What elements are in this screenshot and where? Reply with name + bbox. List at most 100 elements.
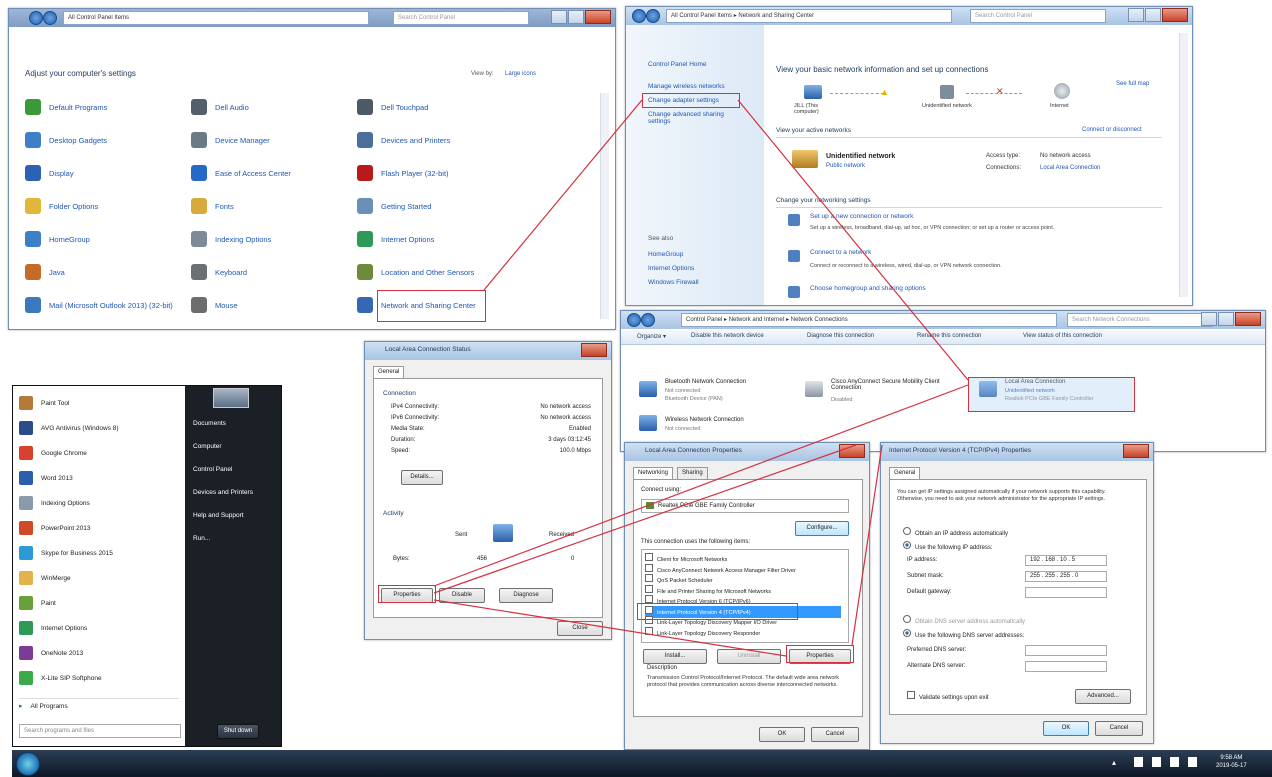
use-dns-radio[interactable]: Use the following DNS server addresses: bbox=[903, 629, 1024, 639]
advanced-button[interactable]: Advanced... bbox=[1075, 689, 1131, 704]
cp-item[interactable]: HomeGroup bbox=[25, 231, 175, 247]
start-menu-program[interactable]: Paint Tool bbox=[19, 396, 69, 410]
network-type[interactable]: Public network bbox=[826, 163, 865, 169]
tray-show-hidden-icon[interactable]: ▴ bbox=[1112, 758, 1116, 767]
disable-button[interactable]: Disable bbox=[439, 588, 485, 603]
start-menu-place[interactable]: Run... bbox=[193, 535, 210, 542]
checkbox-icon[interactable] bbox=[645, 574, 653, 582]
close-button[interactable] bbox=[1162, 8, 1188, 22]
diagnose-button[interactable]: Diagnose this connection bbox=[807, 333, 874, 339]
details-button[interactable]: Details... bbox=[401, 470, 443, 485]
cp-item[interactable]: Dell Touchpad bbox=[357, 99, 507, 115]
shutdown-button[interactable]: Shut down bbox=[217, 724, 259, 739]
start-menu-place[interactable]: Help and Support bbox=[193, 512, 244, 519]
start-menu-program[interactable]: AVG Antivirus (Windows 8) bbox=[19, 421, 119, 435]
checkbox-icon[interactable] bbox=[645, 553, 653, 561]
see-also-homegroup[interactable]: HomeGroup bbox=[648, 251, 683, 258]
subnet-mask-input[interactable]: 255 . 255 . 255 . 0 bbox=[1025, 571, 1107, 582]
start-menu-program[interactable]: WinMerge bbox=[19, 571, 71, 585]
start-menu-place[interactable]: Devices and Printers bbox=[193, 489, 253, 496]
view-by-select[interactable]: Large icons bbox=[505, 71, 536, 77]
cp-item[interactable]: Indexing Options bbox=[191, 231, 341, 247]
start-menu-program[interactable]: Skype for Business 2015 bbox=[19, 546, 113, 560]
start-search-input[interactable]: Search programs and files bbox=[19, 724, 181, 738]
use-ip-radio[interactable]: Use the following IP address: bbox=[903, 541, 993, 551]
cp-item[interactable]: Keyboard bbox=[191, 264, 341, 280]
start-menu-program[interactable]: Google Chrome bbox=[19, 446, 87, 460]
connections-link[interactable]: Local Area Connection bbox=[1040, 165, 1100, 171]
sidebar-item-advanced-sharing[interactable]: Change advanced sharing settings bbox=[648, 111, 748, 125]
cp-item[interactable]: Flash Player (32-bit) bbox=[357, 165, 507, 181]
minimize-button[interactable] bbox=[1201, 312, 1217, 326]
checkbox-icon[interactable] bbox=[645, 584, 653, 593]
auto-dns-radio[interactable]: Obtain DNS server address automatically bbox=[903, 615, 1025, 625]
minimize-button[interactable] bbox=[1128, 8, 1144, 22]
tab-general[interactable]: General bbox=[373, 366, 405, 378]
maximize-button[interactable] bbox=[1218, 312, 1234, 326]
start-menu-program[interactable]: PowerPoint 2013 bbox=[19, 521, 91, 535]
start-menu-place[interactable]: Computer bbox=[193, 443, 222, 450]
tab-general[interactable]: General bbox=[889, 467, 921, 479]
cp-item[interactable]: Folder Options bbox=[25, 198, 175, 214]
see-full-map-link[interactable]: See full map bbox=[1116, 81, 1149, 87]
protocol-item[interactable]: Link-Layer Topology Discovery Responder bbox=[645, 626, 841, 639]
start-menu-program[interactable]: Indexing Options bbox=[19, 496, 90, 510]
start-menu-program[interactable]: X-Lite SIP Softphone bbox=[19, 671, 102, 685]
forward-icon[interactable] bbox=[646, 9, 660, 23]
minimize-button[interactable] bbox=[551, 10, 567, 24]
auto-ip-radio[interactable]: Obtain an IP address automatically bbox=[903, 527, 1008, 537]
start-menu-program[interactable]: OneNote 2013 bbox=[19, 646, 83, 660]
connect-disconnect-link[interactable]: Connect or disconnect bbox=[1082, 127, 1142, 133]
cp-item[interactable]: Mail (Microsoft Outlook 2013) (32-bit) bbox=[25, 297, 175, 313]
start-menu-program[interactable]: Internet Options bbox=[19, 621, 87, 635]
connection-name[interactable]: Bluetooth Network Connection bbox=[665, 379, 746, 385]
maximize-button[interactable] bbox=[1145, 8, 1161, 22]
search-input[interactable]: Search Network Connections bbox=[1067, 313, 1213, 327]
checkbox-icon[interactable] bbox=[645, 563, 653, 572]
tray-network-icon[interactable] bbox=[1152, 757, 1161, 767]
setup-connection-link[interactable]: Set up a new connection or network bbox=[810, 213, 913, 220]
cp-item[interactable]: Default Programs bbox=[25, 99, 175, 115]
homegroup-link[interactable]: Choose homegroup and sharing options bbox=[810, 285, 926, 292]
cancel-button[interactable]: Cancel bbox=[1095, 721, 1143, 736]
tab-networking[interactable]: Networking bbox=[633, 467, 674, 479]
view-status-button[interactable]: View status of this connection bbox=[1023, 333, 1102, 339]
forward-icon[interactable] bbox=[43, 11, 57, 25]
alternate-dns-input[interactable] bbox=[1025, 661, 1107, 672]
close-button[interactable] bbox=[1235, 312, 1261, 326]
cp-item[interactable]: Dell Audio bbox=[191, 99, 341, 115]
search-input[interactable]: Search Control Panel bbox=[970, 9, 1106, 23]
close-button[interactable] bbox=[581, 343, 607, 357]
checkbox-icon[interactable] bbox=[645, 626, 653, 635]
tray-volume-icon[interactable] bbox=[1170, 757, 1179, 767]
see-also-internet-options[interactable]: Internet Options bbox=[648, 265, 694, 272]
cp-item[interactable]: Devices and Printers bbox=[357, 132, 507, 148]
preferred-dns-input[interactable] bbox=[1025, 645, 1107, 656]
checkbox-icon[interactable] bbox=[645, 595, 653, 603]
cp-item[interactable]: Fonts bbox=[191, 198, 341, 214]
rename-button[interactable]: Rename this connection bbox=[917, 333, 981, 339]
back-icon[interactable] bbox=[29, 11, 43, 25]
tab-sharing[interactable]: Sharing bbox=[677, 467, 708, 479]
scrollbar[interactable] bbox=[600, 93, 609, 319]
close-button[interactable] bbox=[1123, 444, 1149, 458]
install-button[interactable]: Install... bbox=[643, 649, 707, 664]
start-orb[interactable] bbox=[16, 752, 40, 776]
address-bar[interactable]: All Control Panel Items ▸ Network and Sh… bbox=[666, 9, 952, 23]
back-icon[interactable] bbox=[627, 313, 641, 327]
start-menu-place[interactable]: Documents bbox=[193, 420, 226, 427]
start-menu-program[interactable]: Word 2013 bbox=[19, 471, 73, 485]
see-also-windows-firewall[interactable]: Windows Firewall bbox=[648, 279, 699, 286]
cp-item[interactable]: Desktop Gadgets bbox=[25, 132, 175, 148]
validate-checkbox[interactable]: Validate settings upon exit bbox=[907, 691, 989, 701]
ok-button[interactable]: OK bbox=[1043, 721, 1089, 736]
cp-item[interactable]: Device Manager bbox=[191, 132, 341, 148]
configure-button[interactable]: Configure... bbox=[795, 521, 849, 536]
organize-menu[interactable]: Organize ▾ bbox=[637, 333, 666, 340]
maximize-button[interactable] bbox=[568, 10, 584, 24]
start-menu-program[interactable]: Paint bbox=[19, 596, 56, 610]
cp-item[interactable]: Ease of Access Center bbox=[191, 165, 341, 181]
sidebar-item-control-panel-home[interactable]: Control Panel Home bbox=[648, 61, 707, 68]
cp-item[interactable]: Java bbox=[25, 264, 175, 280]
diagnose-button[interactable]: Diagnose bbox=[499, 588, 553, 603]
